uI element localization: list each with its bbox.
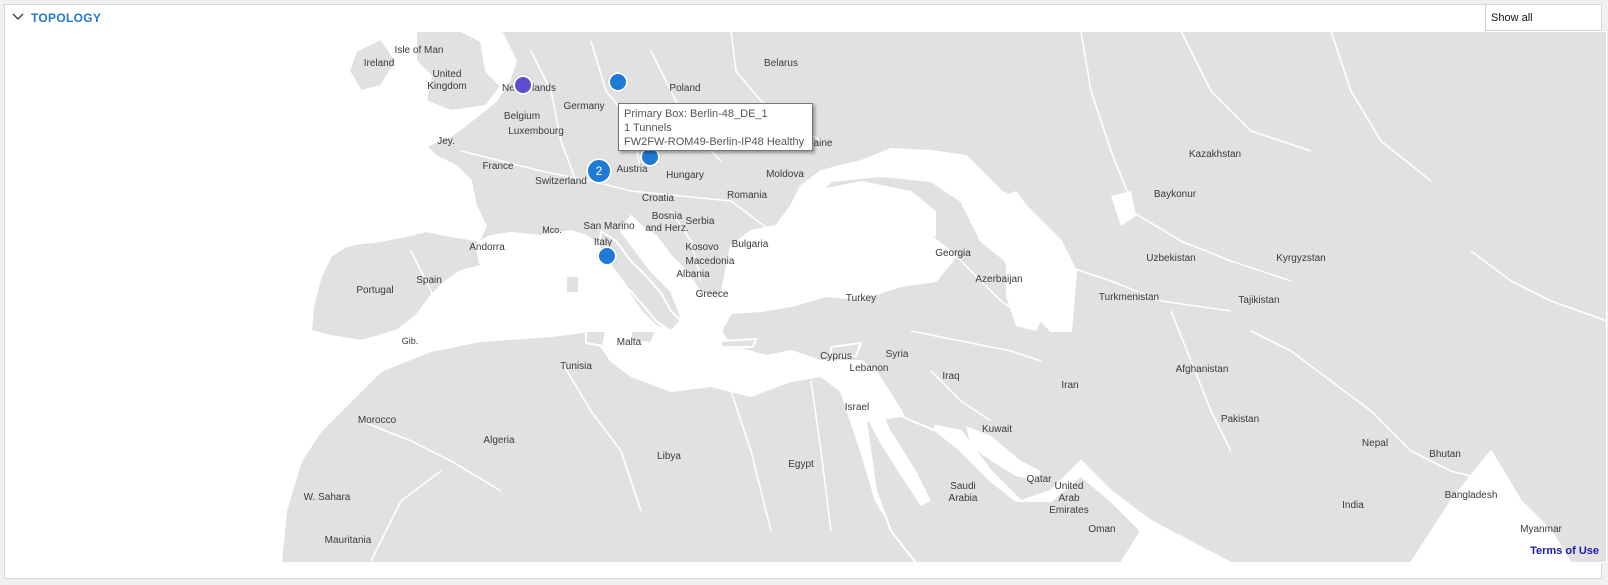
map-label: Kazakhstan bbox=[1188, 149, 1242, 160]
map-label: Austria bbox=[616, 164, 648, 175]
map-label: Iran bbox=[1061, 380, 1079, 391]
map-label: Turkey bbox=[845, 293, 877, 304]
map-label: Germany bbox=[563, 101, 605, 112]
topology-panel: TOPOLOGY Show all Isle of Man Ireland Un… bbox=[4, 4, 1607, 579]
map-label: Syria bbox=[885, 349, 909, 360]
map-label: Iraq bbox=[942, 371, 960, 382]
map-label: Mauritania bbox=[324, 535, 372, 546]
map-label: Tajikistan bbox=[1238, 295, 1280, 306]
map-label: Israel bbox=[844, 402, 870, 413]
map-label: Bulgaria bbox=[731, 239, 769, 250]
terms-of-use-link[interactable]: Terms of Use bbox=[1530, 545, 1599, 557]
map-label: Poland bbox=[669, 83, 701, 94]
map-label: Albania bbox=[676, 269, 710, 280]
map-label: Tunisia bbox=[560, 361, 592, 372]
map-label: Morocco bbox=[357, 415, 397, 426]
map-land bbox=[280, 31, 1607, 563]
map-label: Jey. bbox=[437, 136, 455, 147]
map-label: Luxembourg bbox=[508, 126, 564, 137]
chevron-down-icon[interactable] bbox=[10, 9, 26, 25]
map-label: Myanmar bbox=[1520, 524, 1562, 535]
map-label: Azerbaijan bbox=[975, 274, 1023, 285]
map-label: Turkmenistan bbox=[1098, 292, 1160, 303]
device-marker[interactable] bbox=[513, 75, 533, 95]
map-label: Libya bbox=[657, 451, 681, 462]
map-label: Algeria bbox=[483, 435, 515, 446]
map-label: Cyprus bbox=[820, 351, 852, 362]
map-label: Mco. bbox=[542, 225, 562, 235]
map-label: Lebanon bbox=[849, 363, 889, 374]
topology-map[interactable]: Isle of Man Ireland United Kingdom Nethe… bbox=[31, 31, 1607, 563]
device-marker[interactable] bbox=[608, 72, 628, 92]
map-label: Kyrgyzstan bbox=[1276, 253, 1326, 264]
map-label: Croatia bbox=[641, 193, 675, 204]
map-label: San Marino bbox=[583, 221, 635, 232]
map-label: United Kingdom bbox=[427, 69, 467, 92]
tooltip-tunnels: 1 Tunnels bbox=[624, 122, 672, 134]
map-label: Afghanistan bbox=[1175, 364, 1229, 375]
filter-select[interactable]: Show all bbox=[1485, 5, 1601, 31]
map-label: Gib. bbox=[401, 336, 419, 346]
map-label: Bosnia and Herz. bbox=[645, 211, 689, 234]
marker-tooltip: Primary Box: Berlin-48_DE_1 1 Tunnels FW… bbox=[618, 103, 813, 151]
map-label: United Arab Emirates bbox=[1049, 481, 1089, 516]
map-label: aine bbox=[813, 138, 833, 149]
map-label: Kosovo bbox=[685, 242, 719, 253]
map-label: Malta bbox=[616, 337, 642, 348]
map-label: Moldova bbox=[766, 169, 804, 180]
map-label: Bhutan bbox=[1429, 449, 1461, 460]
map-label: Kuwait bbox=[981, 424, 1013, 435]
tooltip-box-name: Primary Box: Berlin-48_DE_1 bbox=[624, 108, 768, 120]
map-label: Pakistan bbox=[1220, 414, 1260, 425]
map-label: Baykonur bbox=[1153, 189, 1197, 200]
device-marker[interactable] bbox=[597, 246, 617, 266]
panel-header: TOPOLOGY Show all bbox=[5, 5, 1601, 31]
map-label: Belarus bbox=[764, 58, 798, 69]
map-label: Egypt bbox=[788, 459, 814, 470]
panel-title: TOPOLOGY bbox=[31, 11, 102, 25]
map-label: Romania bbox=[726, 190, 768, 201]
map-label: Oman bbox=[1088, 524, 1116, 535]
tooltip-tunnel-status: FW2FW-ROM49-Berlin-IP48 Healthy bbox=[624, 136, 805, 148]
map-label: Uzbekistan bbox=[1146, 253, 1196, 264]
map-label: Isle of Man bbox=[394, 45, 444, 56]
map-label: Switzerland bbox=[535, 176, 587, 187]
map-label: Macedonia bbox=[685, 256, 735, 267]
map-label: Bangladesh bbox=[1444, 490, 1498, 501]
map-label: Portugal bbox=[356, 285, 394, 296]
map-label: France bbox=[482, 161, 514, 172]
cluster-marker[interactable]: 2 bbox=[586, 158, 612, 184]
map-label: India bbox=[1342, 500, 1364, 511]
map-label: Georgia bbox=[935, 248, 971, 259]
map-label: Hungary bbox=[666, 170, 704, 181]
map-label: W. Sahara bbox=[303, 492, 351, 503]
map-label: Saudi Arabia bbox=[948, 481, 978, 504]
map-label: Nepal bbox=[1361, 438, 1389, 449]
map-label: Greece bbox=[695, 289, 729, 300]
map-label: Belgium bbox=[503, 111, 541, 122]
map-label: Serbia bbox=[685, 216, 715, 227]
map-label: Spain bbox=[416, 275, 442, 286]
map-label: Ireland bbox=[363, 58, 395, 69]
map-label: Andorra bbox=[469, 242, 505, 253]
